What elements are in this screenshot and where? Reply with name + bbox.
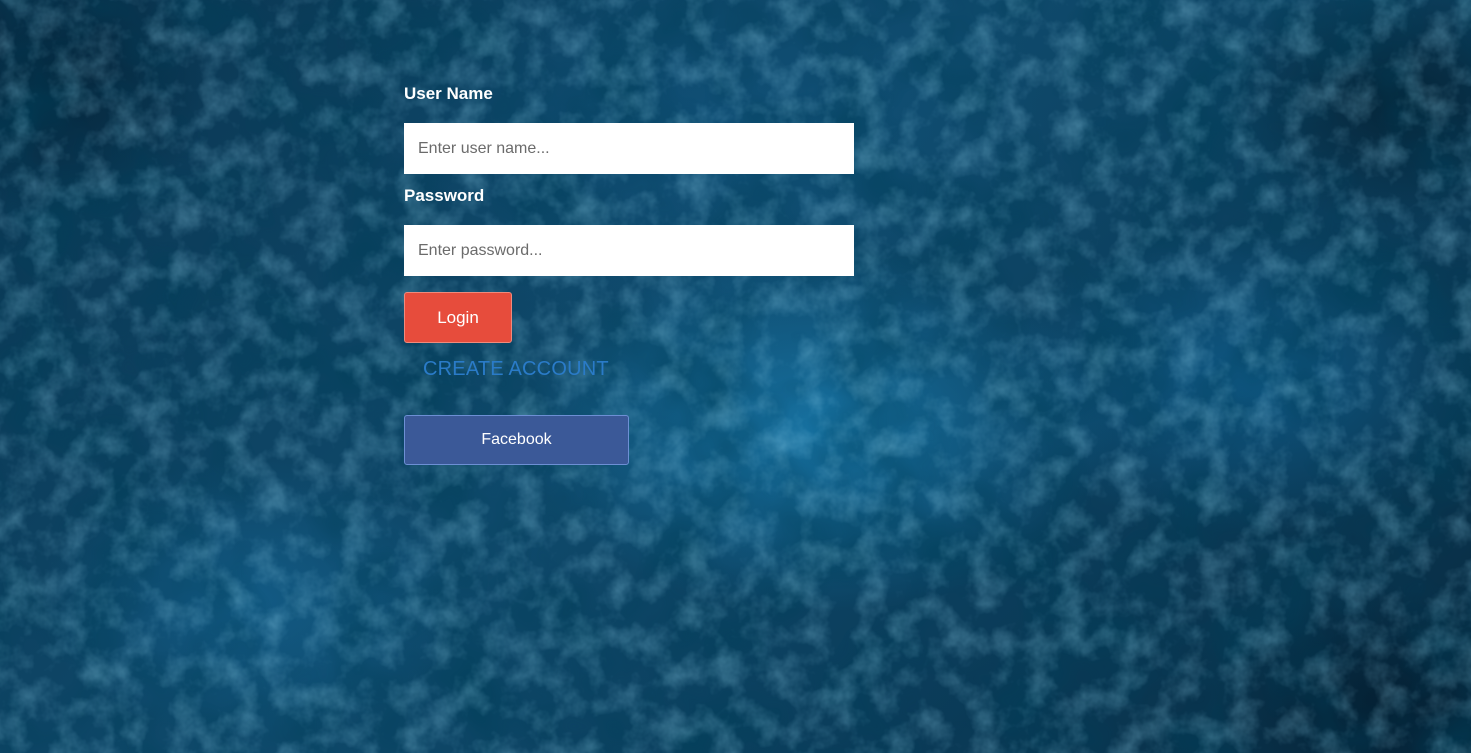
username-label: User Name: [404, 84, 493, 103]
username-input[interactable]: [404, 123, 854, 174]
login-form: User Name Password Login CREATE ACCOUNT …: [404, 80, 854, 465]
create-account-link[interactable]: CREATE ACCOUNT: [423, 358, 609, 381]
password-label: Password: [404, 186, 485, 205]
facebook-login-button[interactable]: Facebook: [404, 415, 629, 465]
password-input[interactable]: [404, 225, 854, 276]
login-button[interactable]: Login: [404, 292, 512, 343]
